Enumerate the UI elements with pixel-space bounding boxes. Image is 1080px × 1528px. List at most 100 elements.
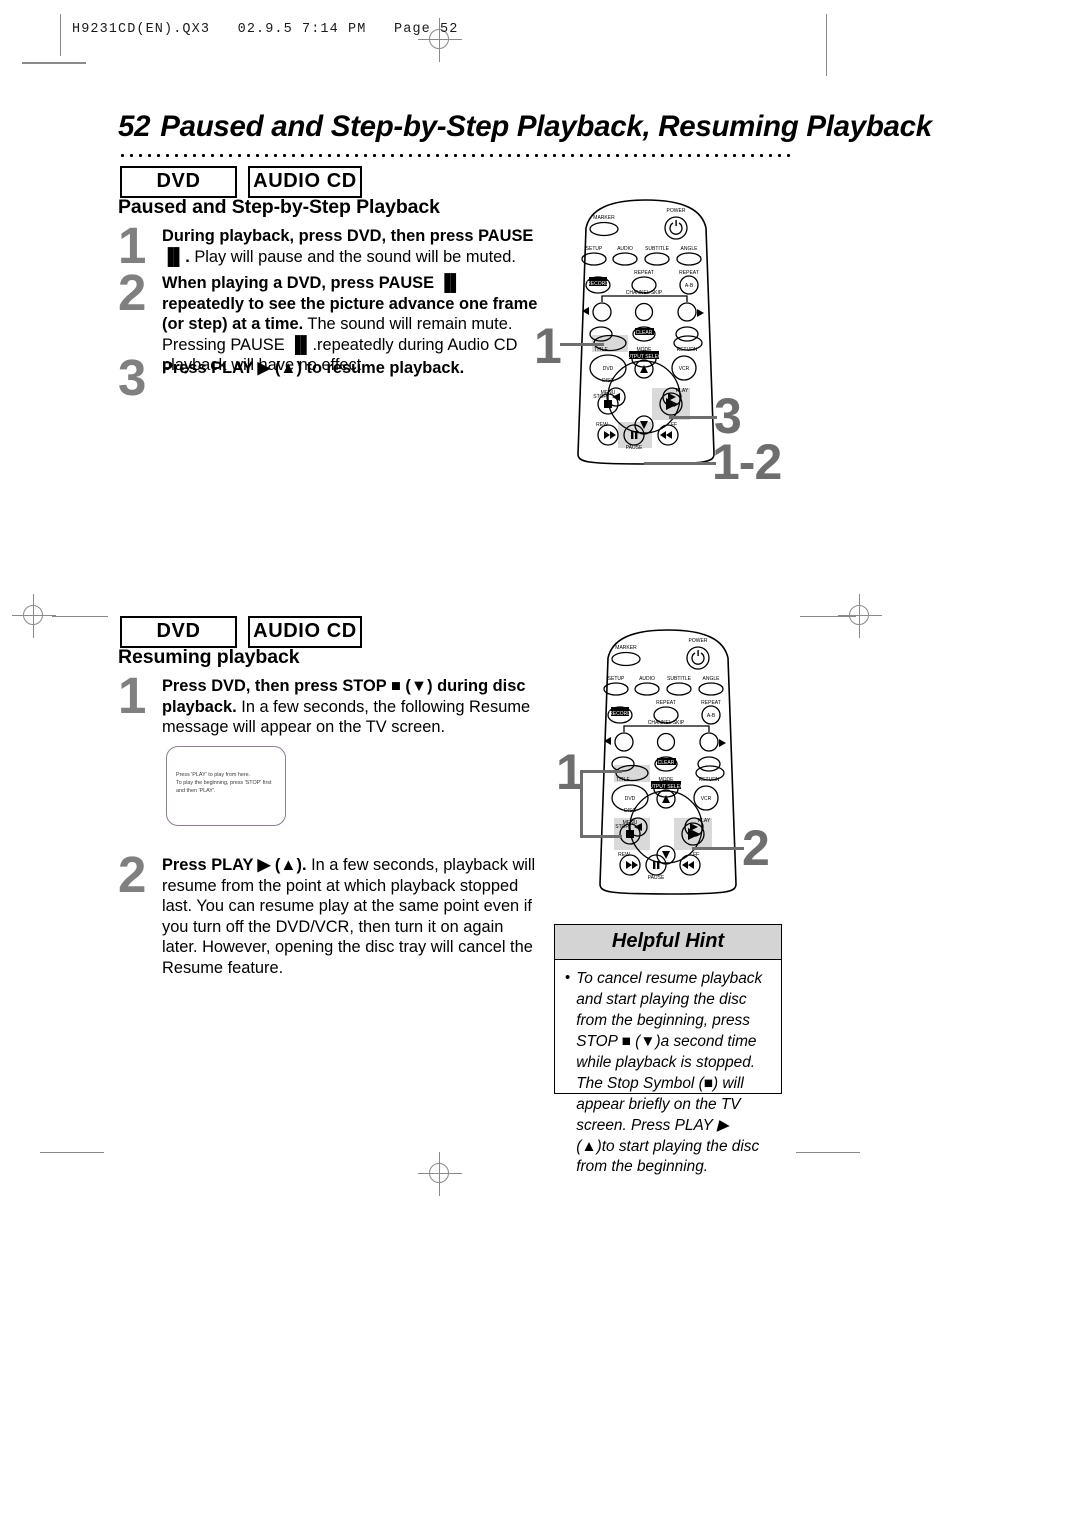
step-text: Press DVD, then press STOP ■ (▼) during … [162, 676, 540, 738]
section-1-step-1: 1 During playback, press DVD, then press… [118, 217, 540, 274]
callout-1-section-2: 1 [556, 744, 584, 800]
helpful-hint-text: To cancel resume playback and start play… [576, 970, 763, 1176]
crop-mark-bottom-left-h [40, 1152, 104, 1153]
callout-line-1-section-2-v [580, 770, 583, 838]
step-text-rest: Play will pause and the sound will be mu… [189, 247, 516, 266]
svg-text:REPEAT: REPEAT [634, 270, 654, 276]
badge-audio-cd: AUDIO CD [248, 166, 362, 198]
svg-text:PLAY: PLAY [676, 388, 689, 394]
svg-text:MODE: MODE [659, 777, 675, 783]
section-2-heading: Resuming playback [118, 646, 300, 668]
svg-text:STOP: STOP [615, 824, 629, 830]
crop-mark-mid-left-h [52, 616, 108, 617]
svg-text:ANGLE: ANGLE [681, 246, 699, 252]
badge-dvd: DVD [120, 166, 237, 198]
svg-text:SUBTITLE: SUBTITLE [645, 246, 670, 252]
svg-text:DVD: DVD [625, 796, 636, 802]
svg-text:TITLE: TITLE [594, 347, 608, 353]
svg-text:PLAY: PLAY [698, 818, 711, 824]
svg-text:STOP: STOP [593, 394, 607, 400]
svg-text:FF: FF [693, 852, 699, 858]
tv-message-line-3: and then 'PLAY'. [176, 788, 216, 795]
section-1-badges: DVD AUDIO CD [120, 166, 362, 198]
registration-mark-right [838, 594, 882, 638]
section-2-badges: DVD AUDIO CD [120, 616, 362, 648]
svg-text:AUDIO: AUDIO [639, 676, 655, 682]
callout-line-1-section-2-h1 [580, 770, 622, 773]
badge-audio-cd: AUDIO CD [248, 616, 362, 648]
svg-text:SETUP: SETUP [608, 676, 625, 682]
svg-text:A-B: A-B [707, 713, 716, 719]
svg-text:REPEAT: REPEAT [656, 700, 676, 706]
svg-text:DISC: DISC [624, 808, 636, 814]
callout-2-section-2: 2 [742, 820, 770, 876]
callout-line-3-section-1 [669, 416, 717, 419]
callout-1-2-section-1: 1-2 [712, 434, 782, 490]
svg-text:POWER: POWER [689, 638, 708, 644]
svg-text:RETURN: RETURN [677, 347, 698, 353]
svg-text:REW: REW [618, 852, 630, 858]
callout-line-1-section-1 [560, 343, 604, 346]
callout-1-section-1: 1 [534, 318, 562, 374]
svg-text:RECORD: RECORD [587, 281, 609, 287]
title-divider [118, 152, 790, 159]
svg-text:PAUSE: PAUSE [626, 445, 643, 451]
svg-text:OK: OK [667, 403, 675, 409]
page-number: 52 [118, 110, 151, 143]
page-title-text: Paused and Step-by-Step Playback, Resumi… [160, 110, 932, 143]
helpful-hint-body: • To cancel resume playback and start pl… [555, 960, 781, 1189]
crop-mark-top-right-v [826, 14, 827, 76]
section-2-step-2: 2 Press PLAY ▶ (▲). In a few seconds, pl… [118, 846, 540, 978]
svg-text:OUTPUT SELECT: OUTPUT SELECT [623, 354, 664, 360]
callout-line-1-section-2-h2 [580, 835, 622, 838]
remote-svg: MARKER POWER SETUP AUDIO SUBTITLE ANGLE … [599, 629, 737, 895]
svg-text:REPEAT: REPEAT [679, 270, 699, 276]
badge-dvd: DVD [120, 616, 237, 648]
svg-text:PAUSE: PAUSE [648, 875, 665, 881]
svg-text:CLEAR: CLEAR [658, 760, 675, 766]
step-number: 1 [118, 667, 147, 724]
step-text-bold: Press PLAY ▶ (▲). [162, 856, 307, 874]
remote-svg: MARKER POWER SETUP AUDIO SUBTITLE ANGLE … [577, 199, 715, 465]
step-number: 2 [118, 846, 147, 903]
step-text-bold: Press PLAY ▶ (▲) to resume playback. [162, 359, 465, 377]
crop-mark-top-left-h [22, 62, 86, 64]
helpful-hint-title: Helpful Hint [555, 925, 781, 960]
printer-slug: H9231CD(EN).QX3 02.9.5 7:14 PM Page 52 [72, 22, 459, 37]
callout-line-2-section-2 [692, 847, 744, 850]
callout-3-section-1: 3 [714, 388, 742, 444]
svg-text:OUTPUT SELECT: OUTPUT SELECT [645, 784, 686, 790]
svg-text:RECORD: RECORD [609, 711, 631, 717]
svg-text:TITLE: TITLE [616, 777, 630, 783]
remote-control-diagram-2: MARKER POWER SETUP AUDIO SUBTITLE ANGLE … [578, 622, 758, 898]
svg-text:CHANNEL SKIP: CHANNEL SKIP [648, 720, 685, 726]
crop-mark-bottom-right-h [796, 1152, 860, 1153]
svg-text:FF: FF [671, 422, 677, 428]
svg-text:MARKER: MARKER [615, 645, 637, 651]
svg-text:VCR: VCR [701, 796, 712, 802]
svg-text:SETUP: SETUP [586, 246, 603, 252]
step-number: 1 [118, 217, 147, 274]
svg-text:POWER: POWER [667, 208, 686, 214]
step-number: 2 [118, 264, 147, 321]
svg-text:A-B: A-B [685, 283, 694, 289]
svg-text:RETURN: RETURN [699, 777, 720, 783]
svg-text:DISC: DISC [602, 378, 614, 384]
step-text: During playback, press DVD, then press P… [162, 226, 540, 267]
svg-text:REPEAT: REPEAT [701, 700, 721, 706]
svg-text:ANGLE: ANGLE [703, 676, 721, 682]
manual-page: H9231CD(EN).QX3 02.9.5 7:14 PM Page 52 5… [0, 0, 1080, 1528]
svg-text:OK: OK [689, 833, 697, 839]
remote-control-diagram-1: MARKER POWER SETUP AUDIO SUBTITLE ANGLE … [556, 192, 736, 468]
step-text: Press PLAY ▶ (▲) to resume playback. [162, 358, 464, 379]
svg-text:MODE: MODE [637, 347, 653, 353]
step-text-rest: In a few seconds, playback will resume f… [162, 856, 536, 977]
svg-text:DVD: DVD [603, 366, 614, 372]
bullet-icon: • [565, 969, 571, 986]
step-text: Press PLAY ▶ (▲). In a few seconds, play… [162, 855, 540, 978]
helpful-hint-box: Helpful Hint • To cancel resume playback… [554, 924, 782, 1175]
crop-mark-top-left-v [60, 14, 61, 56]
callout-line-1-2-section-1 [644, 462, 716, 465]
tv-resume-message-text: Press 'PLAY' to play from here. To play … [176, 771, 280, 796]
registration-mark-bottom [418, 1152, 462, 1196]
